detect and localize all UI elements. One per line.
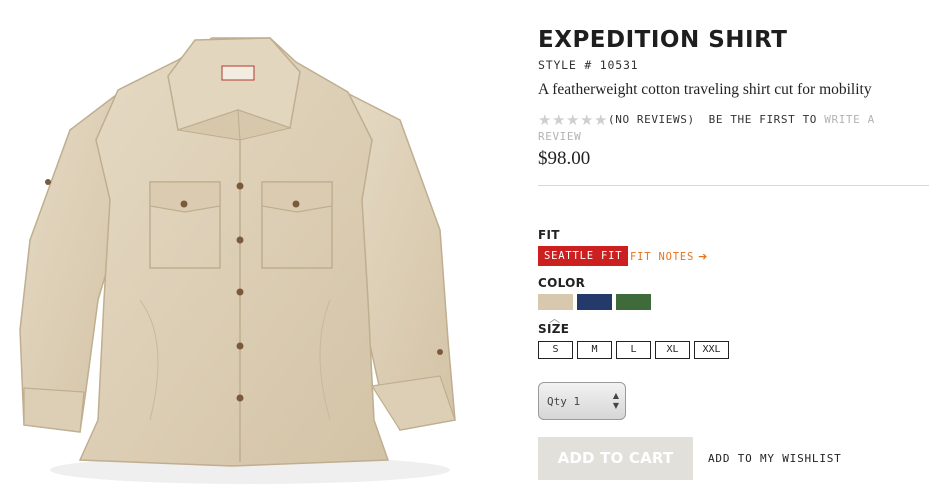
size-option-xxl[interactable]: XXL: [694, 341, 729, 359]
star-icon[interactable]: ★: [580, 113, 594, 128]
color-swatch-green[interactable]: [616, 294, 651, 310]
rating-stars[interactable]: ★★★★★: [538, 113, 608, 129]
color-swatch-navy[interactable]: [577, 294, 612, 310]
size-option-xl[interactable]: XL: [655, 341, 690, 359]
shirt-illustration: [19, 37, 456, 484]
quantity-select[interactable]: Qty 1 ▲ ▼: [538, 382, 626, 420]
color-label: COLOR: [538, 276, 586, 290]
add-to-wishlist-link[interactable]: ADD TO MY WISHLIST: [708, 452, 842, 465]
updown-arrows-icon: ▲ ▼: [612, 391, 619, 410]
fit-option-selected[interactable]: SEATTLE FIT: [538, 246, 629, 266]
size-option-l[interactable]: L: [616, 341, 651, 359]
product-price: $98.00: [538, 148, 591, 169]
size-option-s[interactable]: S: [538, 341, 573, 359]
size-label: SIZE: [538, 322, 570, 336]
product-info: EXPEDITION SHIRT STYLE # 10531 A feather…: [538, 0, 929, 491]
star-icon[interactable]: ★: [594, 113, 608, 128]
add-to-cart-button[interactable]: ADD TO CART: [538, 437, 693, 480]
reviews-row: ★★★★★ (NO REVIEWS) BE THE FIRST TO WRITE …: [538, 112, 918, 144]
star-icon[interactable]: ★: [538, 113, 552, 128]
fit-label: FIT: [538, 228, 560, 242]
quantity-value: Qty 1: [547, 395, 581, 408]
product-tagline: A featherweight cotton traveling shirt c…: [538, 81, 872, 98]
product-image: [0, 0, 500, 491]
star-icon[interactable]: ★: [566, 113, 580, 128]
review-prompt: BE THE FIRST TO: [708, 113, 818, 126]
star-icon[interactable]: ★: [552, 113, 566, 128]
review-count: (NO REVIEWS): [608, 113, 695, 126]
fit-notes-label: FIT NOTES: [630, 251, 695, 263]
color-swatch-khaki[interactable]: [538, 294, 573, 310]
divider: [538, 185, 929, 186]
style-number: STYLE # 10531: [538, 58, 639, 72]
product-title: EXPEDITION SHIRT: [538, 27, 788, 53]
fit-notes-link[interactable]: FIT NOTES ➔: [630, 250, 708, 263]
arrow-right-icon: ➔: [698, 250, 709, 263]
size-option-m[interactable]: M: [577, 341, 612, 359]
